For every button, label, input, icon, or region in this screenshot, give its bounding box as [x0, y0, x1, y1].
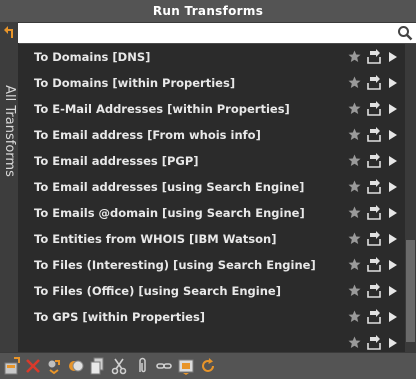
- expand-arrow-icon[interactable]: [389, 52, 397, 62]
- favorite-star-icon[interactable]: [348, 154, 361, 167]
- favorite-star-icon[interactable]: [348, 206, 361, 219]
- transform-row[interactable]: To E-Mail Addresses [within Properties]: [18, 96, 405, 122]
- expand-arrow-icon[interactable]: [389, 182, 397, 192]
- transform-label: To Emails @domain [using Search Engine]: [34, 206, 305, 220]
- run-transform-icon[interactable]: [367, 335, 381, 350]
- run-transform-icon[interactable]: [367, 127, 381, 142]
- favorite-star-icon[interactable]: [348, 180, 361, 193]
- transform-row[interactable]: To Domains [DNS]: [18, 44, 405, 70]
- expand-arrow-icon[interactable]: [389, 208, 397, 218]
- expand-arrow-icon[interactable]: [389, 312, 397, 322]
- transform-label: To Email address [From whois info]: [34, 128, 261, 142]
- transform-row[interactable]: To Files (Interesting) [using Search Eng…: [18, 252, 405, 278]
- favorite-star-icon[interactable]: [348, 258, 361, 271]
- transform-label: To E-Mail Addresses [within Properties]: [34, 102, 290, 116]
- run-transform-icon[interactable]: [367, 257, 381, 272]
- transform-label: To GPS [within Properties]: [34, 310, 206, 324]
- run-transform-icon[interactable]: [367, 205, 381, 220]
- favorite-star-icon[interactable]: [348, 232, 361, 245]
- attach-icon[interactable]: [134, 357, 150, 375]
- transform-label: To Domains [within Properties]: [34, 76, 236, 90]
- transform-row[interactable]: To Entities from WHOIS [IBM Watson]: [18, 226, 405, 252]
- transform-row[interactable]: To Email address [From whois info]: [18, 122, 405, 148]
- transform-row[interactable]: To Email addresses [PGP]: [18, 148, 405, 174]
- run-transform-icon[interactable]: [367, 231, 381, 246]
- expand-arrow-icon[interactable]: [389, 104, 397, 114]
- transform-row[interactable]: To Email addresses [using Search Engine]: [18, 174, 405, 200]
- search-input[interactable]: [18, 23, 394, 43]
- transform-row[interactable]: To GPS [within Properties]: [18, 304, 405, 330]
- back-arrow-icon[interactable]: [3, 25, 15, 39]
- all-transforms-tab[interactable]: All Transforms: [0, 22, 19, 352]
- transform-label: To Email addresses [using Search Engine]: [34, 180, 305, 194]
- transform-row[interactable]: To Domains [within Properties]: [18, 70, 405, 96]
- window-title: Run Transforms: [0, 0, 416, 23]
- favorite-star-icon[interactable]: [348, 50, 361, 63]
- search-box[interactable]: [18, 23, 416, 43]
- frame-icon[interactable]: [178, 357, 194, 375]
- expand-arrow-icon[interactable]: [389, 338, 397, 348]
- transform-row[interactable]: To Emails @domain [using Search Engine]: [18, 200, 405, 226]
- transform-label: To Domains [DNS]: [34, 50, 151, 64]
- side-tab-label: All Transforms: [2, 85, 17, 177]
- run-transform-icon[interactable]: [367, 153, 381, 168]
- run-transform-icon[interactable]: [367, 309, 381, 324]
- scrollbar[interactable]: [405, 44, 416, 352]
- refresh-icon[interactable]: [200, 357, 216, 375]
- expand-arrow-icon[interactable]: [389, 78, 397, 88]
- transform-list: To Domains [DNS] To Domains [within Prope…: [18, 44, 405, 352]
- favorite-star-icon[interactable]: [348, 336, 361, 349]
- expand-arrow-icon[interactable]: [389, 286, 397, 296]
- favorite-star-icon[interactable]: [348, 102, 361, 115]
- favorite-star-icon[interactable]: [348, 76, 361, 89]
- new-transform-icon[interactable]: [4, 357, 20, 375]
- toggle-icon[interactable]: [68, 357, 84, 375]
- transform-label: To Files (Interesting) [using Search Eng…: [34, 258, 316, 272]
- bottom-toolbar: [0, 352, 416, 379]
- expand-arrow-icon[interactable]: [389, 130, 397, 140]
- search-icon[interactable]: [397, 25, 413, 41]
- run-transform-icon[interactable]: [367, 101, 381, 116]
- run-transform-icon[interactable]: [367, 75, 381, 90]
- machine-icon[interactable]: [46, 357, 62, 375]
- transform-row[interactable]: To Files (Office) [using Search Engine]: [18, 278, 405, 304]
- link-icon[interactable]: [156, 357, 172, 375]
- expand-arrow-icon[interactable]: [389, 156, 397, 166]
- favorite-star-icon[interactable]: [348, 284, 361, 297]
- delete-icon[interactable]: [25, 357, 41, 375]
- transform-label: To Email addresses [PGP]: [34, 154, 199, 168]
- run-transform-icon[interactable]: [367, 179, 381, 194]
- copy-icon[interactable]: [90, 357, 106, 375]
- favorite-star-icon[interactable]: [348, 310, 361, 323]
- expand-arrow-icon[interactable]: [389, 234, 397, 244]
- transform-label: To Files (Office) [using Search Engine]: [34, 284, 281, 298]
- run-transform-icon[interactable]: [367, 49, 381, 64]
- expand-arrow-icon[interactable]: [389, 260, 397, 270]
- transform-row[interactable]: [18, 330, 405, 352]
- cut-icon[interactable]: [111, 357, 127, 375]
- transform-label: To Entities from WHOIS [IBM Watson]: [34, 232, 277, 246]
- favorite-star-icon[interactable]: [348, 128, 361, 141]
- run-transform-icon[interactable]: [367, 283, 381, 298]
- scrollbar-thumb[interactable]: [406, 240, 415, 342]
